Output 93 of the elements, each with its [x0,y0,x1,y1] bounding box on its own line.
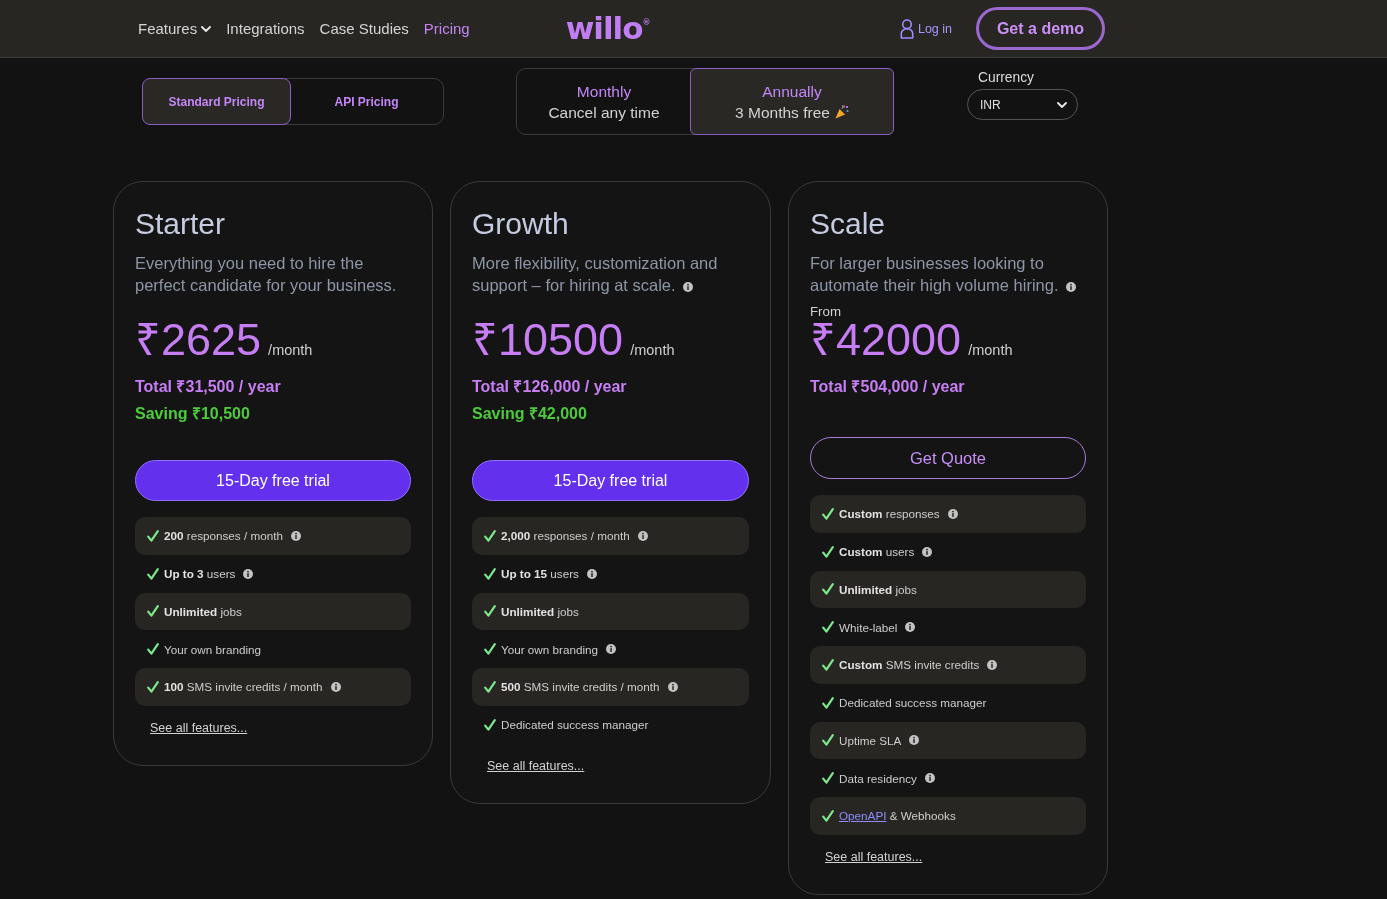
feature-text: OpenAPI & Webhooks [839,809,956,823]
plan-name: Scale [810,207,886,241]
trial-button[interactable]: 15-Day free trial [135,460,411,501]
price-period: /month [630,342,675,358]
info-icon[interactable] [586,568,597,579]
feature-text: Up to 15 users [501,567,579,581]
check-icon [147,529,159,542]
info-icon[interactable] [905,622,916,633]
check-icon [822,696,834,709]
check-icon [147,605,159,618]
feature-text: Custom users [839,545,915,559]
chevron-down-icon [1057,101,1067,108]
feature-text: Your own branding [501,642,599,656]
price-prefix: From [810,305,842,319]
feature-text: Unlimited jobs [501,604,579,618]
feature-text: 100 SMS invite credits / month [164,680,323,694]
currency-label: Currency [978,70,1034,85]
plan-price: ₹42000 [810,318,962,362]
nav-link[interactable]: Integrations [226,20,305,37]
plan-description: For larger businesses looking to automate their high volume hiring. [810,254,1077,294]
check-icon [822,621,834,634]
check-icon [822,734,834,747]
feature-text: Unlimited jobs [839,582,917,596]
demo-button[interactable]: Get a demo [976,7,1105,50]
login-link[interactable]: Log in [899,18,952,39]
feature-text: Custom responses [839,507,940,521]
feature-text: 2,000 responses / month [501,529,630,543]
check-icon [822,658,834,671]
info-icon[interactable] [1066,282,1077,292]
check-icon [484,680,496,693]
info-icon[interactable] [667,681,678,692]
check-icon [484,605,496,618]
plan-price: ₹2625 [135,318,262,362]
feature-text: Dedicated success manager [501,718,649,732]
feature-text: Uptime SLA [839,733,902,747]
check-icon [822,809,834,822]
plan-name: Starter [135,207,226,241]
nav-link[interactable]: Pricing [423,20,470,37]
check-icon [822,545,834,558]
info-icon[interactable] [290,530,301,541]
logo[interactable]: willo$^{®}$ [565,13,651,44]
info-icon[interactable] [243,568,254,579]
billing-tab[interactable]: Annually 3 Months free [690,68,894,135]
plan-price: ₹10500 [472,318,624,362]
info-icon[interactable] [683,282,694,292]
plan-description: More flexibility, customization and support – for hiring at scale. [472,254,718,294]
pricing-type-tab[interactable]: API Pricing [290,78,443,125]
check-icon [484,529,496,542]
trial-button[interactable]: 15-Day free trial [472,460,749,501]
nav-link[interactable]: Case Studies [319,20,409,37]
feature-text: Custom SMS invite credits [839,658,980,672]
user-icon [899,18,914,39]
info-icon[interactable] [606,644,617,655]
yearly-total: Total ₹126,000 / year [472,377,627,397]
feature-text: Data residency [839,771,917,785]
info-icon[interactable] [330,681,341,692]
plan-name: Growth [472,207,569,241]
saving-amount: Saving ₹10,500 [135,404,250,424]
plan-description: Everything you need to hire the perfect candidate for your business. [135,254,397,294]
check-icon [822,583,834,596]
info-icon[interactable] [987,659,998,670]
check-icon [822,507,834,520]
check-icon [147,680,159,693]
see-all-features-link[interactable]: See all features... [825,848,923,865]
feature-text: 500 SMS invite credits / month [501,680,660,694]
yearly-total: Total ₹31,500 / year [135,377,281,397]
info-icon[interactable] [637,530,648,541]
saving-amount: Saving ₹42,000 [472,404,587,424]
pricing-type-tab[interactable]: Standard Pricing [142,78,291,125]
feature-text: Up to 3 users [164,567,236,581]
feature-link[interactable]: OpenAPI [839,809,887,823]
info-icon[interactable] [909,735,920,746]
feature-text: Dedicated success manager [839,696,987,710]
feature-text: White-label [839,620,898,634]
check-icon [484,643,496,656]
check-icon [484,718,496,731]
billing-tab[interactable]: Monthly Cancel any time [517,68,691,135]
info-icon[interactable] [924,773,935,784]
feature-text: 200 responses / month [164,529,283,543]
see-all-features-link[interactable]: See all features... [150,719,248,736]
check-icon [822,772,834,785]
see-all-features-link[interactable]: See all features... [487,757,585,774]
price-period: /month [268,342,313,358]
price-period: /month [968,342,1013,358]
feature-text: Your own branding [164,642,262,656]
check-icon [484,567,496,580]
info-icon[interactable] [947,508,958,519]
check-icon [147,643,159,656]
check-icon [147,567,159,580]
feature-text: Unlimited jobs [164,604,242,618]
info-icon[interactable] [922,546,933,557]
nav-link[interactable]: Features [138,20,212,37]
yearly-total: Total ₹504,000 / year [810,377,965,397]
